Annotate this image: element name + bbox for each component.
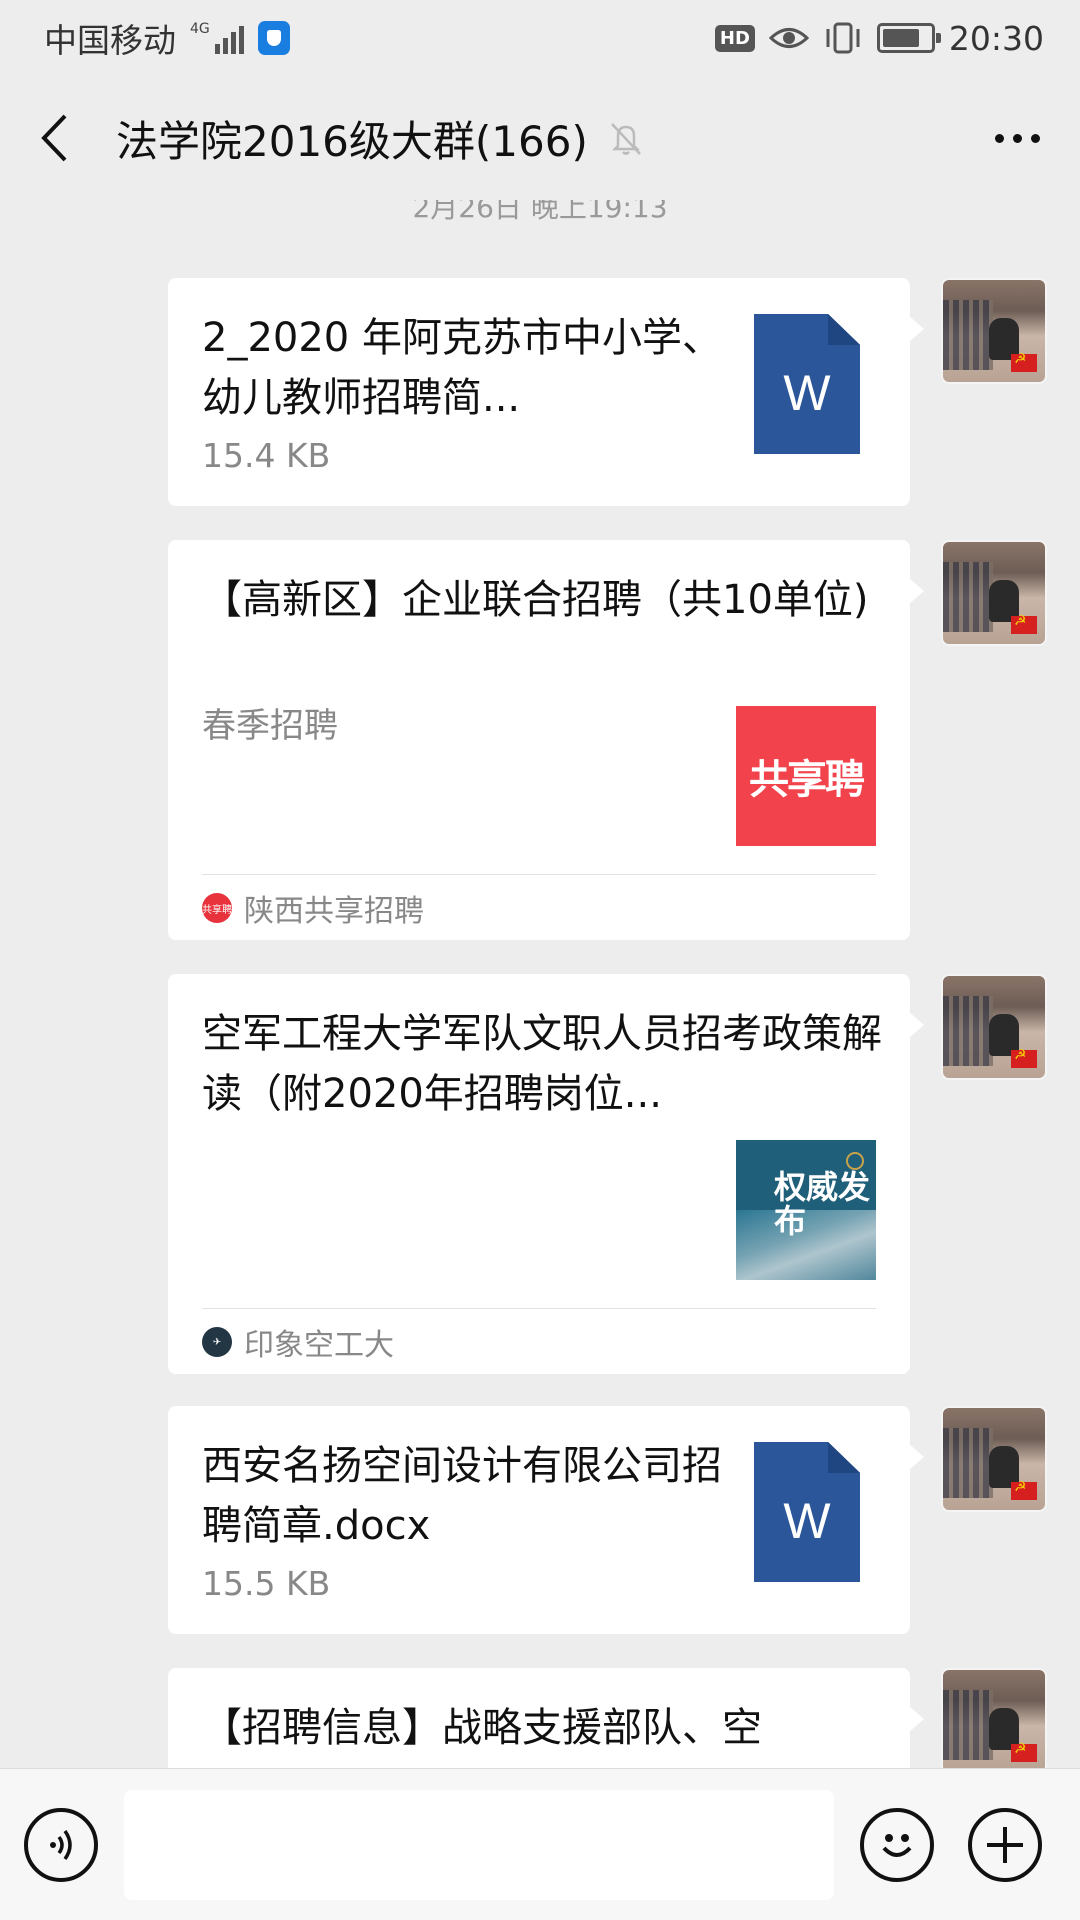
back-button[interactable] bbox=[28, 108, 80, 168]
carrier-label: 中国移动 bbox=[44, 21, 176, 60]
network-type-label: 4G bbox=[190, 21, 210, 37]
link-card-message[interactable]: 【招聘信息】战略支援部队、空 bbox=[168, 1668, 924, 1768]
message-list[interactable]: 2月26日 晚上19:13 2_2020 年阿克苏市中小学、幼儿教师招聘简...… bbox=[0, 200, 1080, 1768]
divider bbox=[202, 1308, 876, 1309]
security-shield-icon bbox=[257, 21, 290, 55]
source-logo-icon: 共享聘 bbox=[202, 893, 232, 923]
sender-avatar[interactable] bbox=[941, 1668, 1047, 1768]
article-source: 共享聘 陕西共享招聘 bbox=[202, 886, 424, 930]
thumbnail-text: 共享聘 bbox=[749, 757, 865, 803]
sender-avatar[interactable] bbox=[941, 278, 1047, 384]
article-source: ✈ 印象空工大 bbox=[202, 1320, 394, 1364]
link-card-message[interactable]: 【高新区】企业联合招聘（共10单位) 春季招聘 共享聘 共享聘 陕西共享招聘 bbox=[168, 540, 924, 940]
bell-muted-icon bbox=[610, 123, 641, 155]
message-timestamp: 2月26日 晚上19:13 bbox=[412, 200, 668, 224]
source-name: 陕西共享招聘 bbox=[244, 894, 424, 929]
battery-icon bbox=[876, 23, 941, 53]
word-document-icon: W bbox=[754, 1442, 860, 1582]
chevron-left-icon bbox=[41, 114, 67, 162]
source-name: 印象空工大 bbox=[244, 1328, 394, 1363]
article-title: 空军工程大学军队文职人员招考政策解读（附2020年招聘岗位... bbox=[202, 1011, 882, 1117]
emoji-button[interactable] bbox=[860, 1807, 934, 1882]
file-message[interactable]: 西安名扬空间设计有限公司招聘简章.docx 15.5 KB W bbox=[168, 1406, 924, 1634]
plus-icon bbox=[987, 1826, 1023, 1863]
voice-input-button[interactable] bbox=[24, 1807, 98, 1882]
status-bar: 中国移动 4G HD 20:30 bbox=[0, 0, 1080, 76]
smiley-icon bbox=[882, 1833, 912, 1857]
file-name: 西安名扬空间设计有限公司招聘简章.docx bbox=[202, 1443, 722, 1549]
word-document-icon: W bbox=[754, 314, 860, 454]
input-bar bbox=[0, 1768, 1080, 1920]
sender-avatar[interactable] bbox=[941, 1406, 1047, 1512]
signal-icon: 4G bbox=[190, 22, 244, 54]
voice-icon bbox=[50, 1829, 72, 1860]
article-title: 【招聘信息】战略支援部队、空 bbox=[202, 1705, 762, 1751]
file-name: 2_2020 年阿克苏市中小学、幼儿教师招聘简... bbox=[202, 315, 722, 421]
hd-badge: HD bbox=[714, 24, 755, 52]
article-title: 【高新区】企业联合招聘（共10单位) bbox=[202, 577, 869, 623]
more-functions-button[interactable] bbox=[968, 1807, 1042, 1882]
message-input[interactable] bbox=[124, 1789, 834, 1900]
eye-icon bbox=[768, 28, 809, 48]
article-description: 春季招聘 bbox=[202, 706, 338, 746]
article-thumbnail: 权威发布 bbox=[736, 1140, 876, 1280]
source-logo-icon: ✈ bbox=[202, 1327, 232, 1357]
link-card-message[interactable]: 空军工程大学军队文职人员招考政策解读（附2020年招聘岗位... 权威发布 ✈ … bbox=[168, 974, 924, 1374]
sender-avatar[interactable] bbox=[941, 540, 1047, 646]
thumbnail-text: 权威发布 bbox=[774, 1168, 871, 1240]
clock: 20:30 bbox=[948, 18, 1044, 58]
chat-title: 法学院2016级大群(166) bbox=[116, 116, 588, 166]
article-thumbnail: 共享聘 bbox=[736, 706, 876, 846]
sender-avatar[interactable] bbox=[941, 974, 1047, 1080]
file-size: 15.4 KB bbox=[202, 436, 331, 475]
vibrate-icon bbox=[826, 22, 860, 54]
file-size: 15.5 KB bbox=[202, 1564, 331, 1603]
chat-header: 法学院2016级大群(166) bbox=[0, 76, 1080, 200]
more-options-button[interactable] bbox=[982, 113, 1052, 163]
divider bbox=[202, 874, 876, 875]
file-message[interactable]: 2_2020 年阿克苏市中小学、幼儿教师招聘简... 15.4 KB W bbox=[168, 278, 924, 506]
